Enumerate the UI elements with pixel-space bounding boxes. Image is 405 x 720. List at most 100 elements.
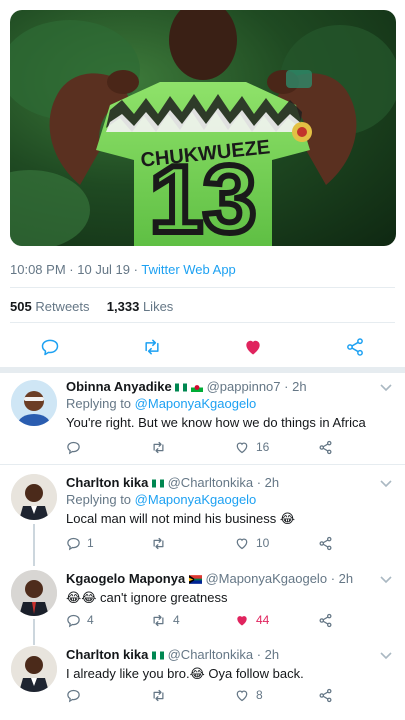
section-divider <box>0 367 405 373</box>
like-button[interactable]: 10 <box>234 534 269 552</box>
heart-outline-icon <box>236 441 248 453</box>
retweet-icon <box>153 537 164 549</box>
like-button[interactable] <box>241 335 265 359</box>
retweets-stat[interactable]: 505 Retweets <box>10 299 90 314</box>
reply-actions: 8 <box>66 686 356 704</box>
reply-icon <box>67 614 80 627</box>
share-button[interactable] <box>343 335 367 359</box>
author-name[interactable]: Kgaogelo Maponya <box>66 571 185 586</box>
reply-time: 2h <box>292 379 307 394</box>
reply-button[interactable]: 1 <box>66 534 94 552</box>
wales-flag-icon <box>190 383 203 392</box>
reply-text: 😂😂 can't ignore greatness <box>66 590 228 605</box>
heart-filled-icon <box>246 340 260 355</box>
reply-button[interactable]: 4 <box>66 611 94 629</box>
retweet-button[interactable] <box>150 438 173 456</box>
author-handle[interactable]: @Charltonkika <box>168 647 253 662</box>
reply-icon <box>67 537 80 550</box>
like-button[interactable]: 8 <box>234 686 263 704</box>
reply-icon <box>67 441 80 454</box>
avatar-image <box>11 380 57 426</box>
retweet-icon <box>153 614 164 626</box>
like-button[interactable]: 44 <box>234 611 269 629</box>
likes-label: Likes <box>142 299 174 314</box>
author-name[interactable]: Charlton kika <box>66 647 148 662</box>
heart-filled-icon <box>237 615 247 625</box>
reply-text: I already like you bro.😂 Oya follow back… <box>66 666 304 681</box>
retweet-count: 4 <box>173 613 180 627</box>
author-handle[interactable]: @pappinno7 <box>207 379 281 394</box>
retweet-button[interactable]: 4 <box>150 611 180 629</box>
reply-time: 2h <box>264 647 280 662</box>
nigeria-flag-icon <box>151 479 164 488</box>
retweet-icon <box>145 339 159 355</box>
chevron-down-icon[interactable] <box>379 479 393 489</box>
divider <box>10 322 395 323</box>
share-button[interactable] <box>318 534 333 552</box>
avatar[interactable] <box>11 646 57 692</box>
avatar-image <box>11 474 57 520</box>
tweet-action-bar <box>0 333 405 361</box>
chevron-down-icon[interactable] <box>379 651 393 661</box>
retweets-label: Retweets <box>35 299 90 314</box>
retweet-button[interactable] <box>150 686 173 704</box>
avatar[interactable] <box>11 570 57 616</box>
avatar-image <box>11 646 57 692</box>
share-icon <box>347 338 363 356</box>
tweet-timestamp: 10:08 PM · 10 Jul 19 · Twitter Web App <box>10 262 236 277</box>
reply-icon <box>67 689 80 702</box>
avatar[interactable] <box>11 474 57 520</box>
reply-content: Obinna Anyadike @pappinno7 · 2h Replying… <box>66 378 383 431</box>
reply-actions: 16 <box>66 438 356 456</box>
meta-separator-2: · <box>133 262 138 277</box>
reply-button[interactable] <box>66 686 87 704</box>
reply-text: Local man will not mind his business 😂 <box>66 511 296 526</box>
avatar[interactable] <box>11 380 57 426</box>
reply-button[interactable] <box>66 438 87 456</box>
share-button[interactable] <box>318 686 333 704</box>
author-handle[interactable]: @Charltonkika <box>168 475 253 490</box>
reply-button[interactable] <box>38 335 62 359</box>
tweet-photo[interactable]: 13 CHUKWUEZE <box>10 10 396 246</box>
retweet-button[interactable] <box>150 534 173 552</box>
chevron-down-icon[interactable] <box>379 383 393 393</box>
reply-tweet[interactable]: Obinna Anyadike @pappinno7 · 2h Replying… <box>0 376 405 462</box>
reply-count: 1 <box>87 536 94 550</box>
tweet-time: 10:08 PM <box>10 262 66 277</box>
divider <box>10 287 395 288</box>
retweet-icon <box>153 689 164 701</box>
tweet-date: 10 Jul 19 <box>77 262 131 277</box>
tweet-stats: 505 Retweets 1,333 Likes <box>10 299 173 314</box>
likes-stat[interactable]: 1,333 Likes <box>107 299 174 314</box>
share-button[interactable] <box>318 438 333 456</box>
share-icon <box>319 536 332 550</box>
nigeria-flag-icon <box>175 383 188 392</box>
south-africa-flag-icon <box>188 575 202 584</box>
reply-tweet[interactable]: Kgaogelo Maponya @MaponyaKgaogelo · 2h 😂… <box>0 566 405 638</box>
author-name[interactable]: Obinna Anyadike <box>66 379 172 394</box>
meta-dot: · <box>330 571 336 586</box>
divider <box>0 464 405 465</box>
replying-to-handle[interactable]: @MaponyaKgaogelo <box>135 396 257 411</box>
heart-outline-icon <box>236 537 248 549</box>
meta-dot: · <box>256 647 262 662</box>
replying-to-handle[interactable]: @MaponyaKgaogelo <box>135 492 257 507</box>
avatar-image <box>11 570 57 616</box>
tweet-source-app[interactable]: Twitter Web App <box>141 262 235 277</box>
reply-count: 4 <box>87 613 94 627</box>
share-button[interactable] <box>318 611 333 629</box>
like-button[interactable]: 16 <box>234 438 269 456</box>
retweet-button[interactable] <box>140 335 164 359</box>
replying-prefix: Replying to <box>66 492 132 507</box>
like-count: 8 <box>256 688 263 702</box>
reply-time: 2h <box>264 475 280 490</box>
author-handle[interactable]: @MaponyaKgaogelo <box>205 571 327 586</box>
reply-tweet[interactable]: Charlton kika @Charltonkika · 2h I alrea… <box>0 642 405 718</box>
author-name[interactable]: Charlton kika <box>66 475 148 490</box>
meta-dot: · <box>284 379 289 394</box>
reply-tweet[interactable]: Charlton kika @Charltonkika · 2h Replyin… <box>0 470 405 562</box>
retweets-count: 505 <box>10 299 32 314</box>
reply-content: Kgaogelo Maponya @MaponyaKgaogelo · 2h 😂… <box>66 570 383 606</box>
share-icon <box>319 440 332 454</box>
chevron-down-icon[interactable] <box>379 575 393 585</box>
